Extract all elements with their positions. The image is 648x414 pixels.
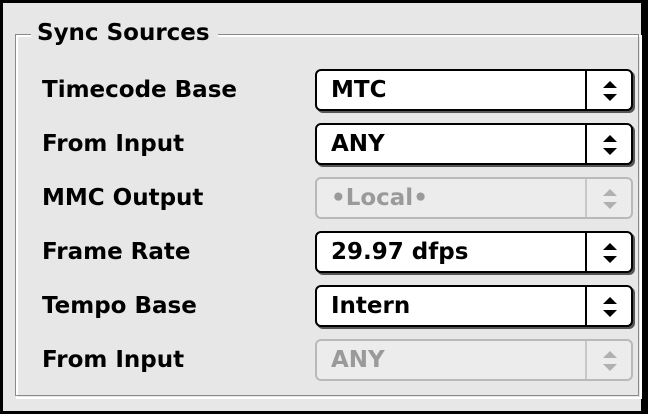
tempo-base-label: Tempo Base	[42, 293, 197, 319]
timecode-base-popup[interactable]: MTC	[315, 69, 633, 111]
up-down-arrows-icon	[603, 243, 617, 263]
mmc-output-value: •Local•	[331, 185, 428, 211]
up-down-arrows-icon	[603, 135, 617, 155]
mmc-output-popup: •Local•	[315, 177, 633, 219]
popup-divider	[585, 287, 587, 325]
group-title: Sync Sources	[31, 19, 218, 47]
popup-divider	[585, 179, 587, 217]
frame-rate-value: 29.97 dfps	[331, 239, 469, 265]
from-input-value: ANY	[331, 131, 385, 157]
tempo-from-input-value: ANY	[331, 347, 385, 373]
popup-divider	[585, 233, 587, 271]
frame-rate-label: Frame Rate	[42, 239, 191, 265]
up-down-arrows-icon	[603, 189, 617, 209]
mmc-output-label: MMC Output	[42, 185, 204, 211]
from-input-label: From Input	[42, 131, 185, 157]
popup-divider	[585, 125, 587, 163]
timecode-base-value: MTC	[331, 77, 387, 103]
from-input-popup[interactable]: ANY	[315, 123, 633, 165]
popup-divider	[585, 341, 587, 379]
tempo-base-popup[interactable]: Intern	[315, 285, 633, 327]
timecode-base-label: Timecode Base	[42, 77, 237, 103]
window: Sync Sources Timecode Base MTC From Inpu…	[0, 0, 648, 414]
tempo-from-input-label: From Input	[42, 347, 185, 373]
up-down-arrows-icon	[603, 297, 617, 317]
popup-divider	[585, 71, 587, 109]
tempo-base-value: Intern	[331, 293, 411, 319]
up-down-arrows-icon	[603, 81, 617, 101]
frame-rate-popup[interactable]: 29.97 dfps	[315, 231, 633, 273]
tempo-from-input-popup: ANY	[315, 339, 633, 381]
up-down-arrows-icon	[603, 351, 617, 371]
